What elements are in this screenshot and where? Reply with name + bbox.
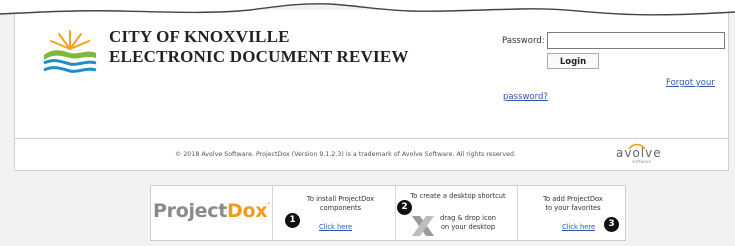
shortcut-line2: drag & drop icon [440,214,496,222]
favorites-line1: To add ProjectDox [543,195,603,203]
shortcut-line1: To create a desktop shortcut [410,192,506,200]
step-1-badge: 1 [285,213,300,228]
step-2-badge: 2 [397,200,412,215]
install-components-cell: To install ProjectDox components 1 Click… [272,186,395,240]
step-3-badge: 3 [604,217,619,232]
password-label: Password: [502,36,545,46]
forgot-password-link-cont[interactable]: password? [503,92,548,102]
shortcut-line3: on your desktop [440,223,496,231]
password-field[interactable] [547,32,725,49]
projectdox-logo-dox: Dox [227,200,268,222]
install-line1: To install ProjectDox [306,195,375,203]
projectdox-logo-project: Project [153,200,227,222]
favorites-click-here-link[interactable]: Click here [562,223,595,231]
projectdox-logo: ProjectDox· [153,200,270,222]
projectdox-logo-dot: · [267,200,270,208]
install-click-here-link[interactable]: Click here [319,223,352,231]
projectdox-toolbar: ProjectDox· To install ProjectDox compon… [150,185,626,241]
install-line2: components [319,204,362,212]
avolve-subtext: software [632,160,652,165]
projectdox-logo-cell: ProjectDox· [151,186,272,240]
avolve-logo: avolve software [616,142,686,166]
divider [15,138,728,139]
page-subtitle: ELECTRONIC DOCUMENT REVIEW [109,47,409,66]
copyright-text: © 2018 Avolve Software. ProjectDox (Vers… [175,151,516,158]
favorites-line2: to your favorites [545,204,601,212]
city-title: CITY OF KNOXVILLE [109,27,290,46]
login-panel: CITY OF KNOXVILLE ELECTRONIC DOCUMENT RE… [14,10,729,171]
torn-paper-edge [0,0,735,16]
avolve-wordmark: avolve [616,146,662,160]
login-button[interactable]: Login [547,53,599,69]
city-logo-icon [43,30,97,73]
forgot-password-link[interactable]: Forgot your [666,78,715,88]
add-favorites-cell: To add ProjectDox to your favorites Clic… [517,186,625,240]
desktop-shortcut-cell: To create a desktop shortcut 2 drag & dr… [395,186,517,240]
